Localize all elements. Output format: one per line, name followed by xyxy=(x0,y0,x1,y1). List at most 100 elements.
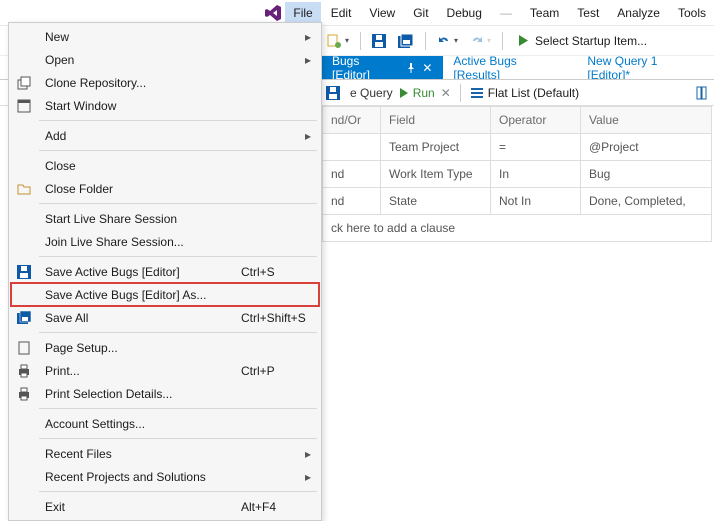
menu-item-label: Recent Files xyxy=(45,447,311,461)
tab-active-bugs-results[interactable]: Active Bugs [Results] xyxy=(443,56,577,79)
print-icon xyxy=(11,364,37,378)
submenu-arrow-icon: ▸ xyxy=(305,129,311,143)
clone-icon xyxy=(11,76,37,90)
tab-label: Bugs [Editor] xyxy=(332,56,400,80)
table-row[interactable]: nd State Not In Done, Completed, xyxy=(323,188,712,215)
close-query-icon[interactable]: ✕ xyxy=(441,86,451,100)
menu-item-recent-projects-and-solutions[interactable]: Recent Projects and Solutions▸ xyxy=(11,465,319,488)
submenu-arrow-icon: ▸ xyxy=(305,447,311,461)
tab-label: Active Bugs [Results] xyxy=(453,56,566,80)
tab-new-query-1[interactable]: New Query 1 [Editor]* xyxy=(577,56,714,79)
cell-field[interactable]: Work Item Type xyxy=(381,161,491,188)
cell-operator[interactable]: In xyxy=(491,161,581,188)
col-operator[interactable]: Operator xyxy=(491,107,581,134)
menu-item-label: Save All xyxy=(45,311,233,325)
menu-edit[interactable]: Edit xyxy=(323,2,360,24)
cell-field[interactable]: State xyxy=(381,188,491,215)
cell-value[interactable]: Done, Completed, xyxy=(581,188,712,215)
col-field[interactable]: Field xyxy=(381,107,491,134)
cell-operator[interactable]: Not In xyxy=(491,188,581,215)
add-clause-label[interactable]: ck here to add a clause xyxy=(323,215,712,242)
menu-item-account-settings[interactable]: Account Settings... xyxy=(11,412,319,435)
col-andor[interactable]: nd/Or xyxy=(323,107,381,134)
menu-item-shortcut: Ctrl+S xyxy=(241,265,311,279)
new-item-icon[interactable]: ▾ xyxy=(322,30,353,52)
menu-separator: — xyxy=(492,2,520,24)
menu-git[interactable]: Git xyxy=(405,2,436,24)
cell-operator[interactable]: = xyxy=(491,134,581,161)
menu-item-label: Start Window xyxy=(45,99,311,113)
file-menu-dropdown: New▸Open▸Clone Repository...Start Window… xyxy=(8,22,322,521)
menu-separator xyxy=(39,408,317,409)
menu-item-label: Clone Repository... xyxy=(45,76,311,90)
menu-item-label: New xyxy=(45,30,311,44)
menu-item-label: Recent Projects and Solutions xyxy=(45,470,311,484)
menu-separator xyxy=(39,491,317,492)
startup-label: Select Startup Item... xyxy=(535,34,647,48)
menu-item-save-all[interactable]: Save All Ctrl+Shift+S xyxy=(11,306,319,329)
save-icon[interactable] xyxy=(368,30,390,52)
menu-item-new[interactable]: New▸ xyxy=(11,25,319,48)
menu-item-close-folder[interactable]: Close Folder xyxy=(11,177,319,200)
menu-separator xyxy=(39,438,317,439)
menu-item-start-window[interactable]: Start Window xyxy=(11,94,319,117)
menu-tools[interactable]: Tools xyxy=(670,2,714,24)
cell-andor[interactable] xyxy=(323,134,381,161)
menu-item-print[interactable]: Print...Ctrl+P xyxy=(11,359,319,382)
menu-separator xyxy=(39,120,317,121)
menu-item-shortcut: Ctrl+Shift+S xyxy=(241,311,311,325)
menu-test[interactable]: Test xyxy=(569,2,607,24)
table-row[interactable]: Team Project = @Project xyxy=(323,134,712,161)
menu-analyze[interactable]: Analyze xyxy=(609,2,668,24)
menu-item-label: Page Setup... xyxy=(45,341,311,355)
cell-value[interactable]: Bug xyxy=(581,161,712,188)
menu-debug[interactable]: Debug xyxy=(439,2,490,24)
menu-item-start-live-share-session[interactable]: Start Live Share Session xyxy=(11,207,319,230)
column-options-icon[interactable] xyxy=(692,82,714,104)
menu-separator xyxy=(39,203,317,204)
add-clause-row[interactable]: ck here to add a clause xyxy=(323,215,712,242)
run-query-button[interactable]: Run xyxy=(399,86,435,100)
cell-andor[interactable]: nd xyxy=(323,161,381,188)
startup-selector[interactable]: Select Startup Item... xyxy=(510,34,655,48)
menu-item-label: Add xyxy=(45,129,311,143)
menu-item-page-setup[interactable]: Page Setup... xyxy=(11,336,319,359)
menu-item-open[interactable]: Open▸ xyxy=(11,48,319,71)
menu-item-print-selection-details[interactable]: Print Selection Details... xyxy=(11,382,319,405)
menu-view[interactable]: View xyxy=(361,2,403,24)
save-query-icon[interactable] xyxy=(322,82,344,104)
menu-item-clone-repository[interactable]: Clone Repository... xyxy=(11,71,319,94)
toolbar-separator xyxy=(360,32,361,50)
tab-active-bugs-editor[interactable]: Bugs [Editor] ✕ xyxy=(322,56,443,79)
save-icon xyxy=(11,265,37,279)
undo-icon[interactable]: ▾ xyxy=(433,30,462,52)
query-clause-table: nd/Or Field Operator Value Team Project … xyxy=(322,106,712,242)
saveall-icon xyxy=(11,311,37,325)
menu-item-exit[interactable]: ExitAlt+F4 xyxy=(11,495,319,518)
folder-icon xyxy=(11,182,37,196)
redo-icon[interactable]: ▾ xyxy=(466,30,495,52)
menu-item-close[interactable]: Close xyxy=(11,154,319,177)
toolbar-separator xyxy=(460,84,461,102)
menu-item-join-live-share-session[interactable]: Join Live Share Session... xyxy=(11,230,319,253)
menu-item-save-active-bugs-editor-as[interactable]: Save Active Bugs [Editor] As... xyxy=(11,283,319,306)
cell-field[interactable]: Team Project xyxy=(381,134,491,161)
table-row[interactable]: nd Work Item Type In Bug xyxy=(323,161,712,188)
menu-item-save-active-bugs-editor[interactable]: Save Active Bugs [Editor]Ctrl+S xyxy=(11,260,319,283)
table-header-row: nd/Or Field Operator Value xyxy=(323,107,712,134)
pin-icon[interactable] xyxy=(406,63,416,73)
menu-item-recent-files[interactable]: Recent Files▸ xyxy=(11,442,319,465)
menu-item-label: Close xyxy=(45,159,311,173)
cell-value[interactable]: @Project xyxy=(581,134,712,161)
menu-item-label: Join Live Share Session... xyxy=(45,235,311,249)
cell-andor[interactable]: nd xyxy=(323,188,381,215)
menu-item-shortcut: Ctrl+P xyxy=(241,364,311,378)
close-icon[interactable]: ✕ xyxy=(422,61,432,75)
menu-file[interactable]: File xyxy=(285,2,320,24)
run-label: Run xyxy=(413,86,435,100)
save-all-icon[interactable] xyxy=(394,30,418,52)
flat-list-dropdown[interactable]: Flat List (Default) xyxy=(470,86,579,100)
menu-item-add[interactable]: Add▸ xyxy=(11,124,319,147)
menu-team[interactable]: Team xyxy=(522,2,567,24)
col-value[interactable]: Value xyxy=(581,107,712,134)
